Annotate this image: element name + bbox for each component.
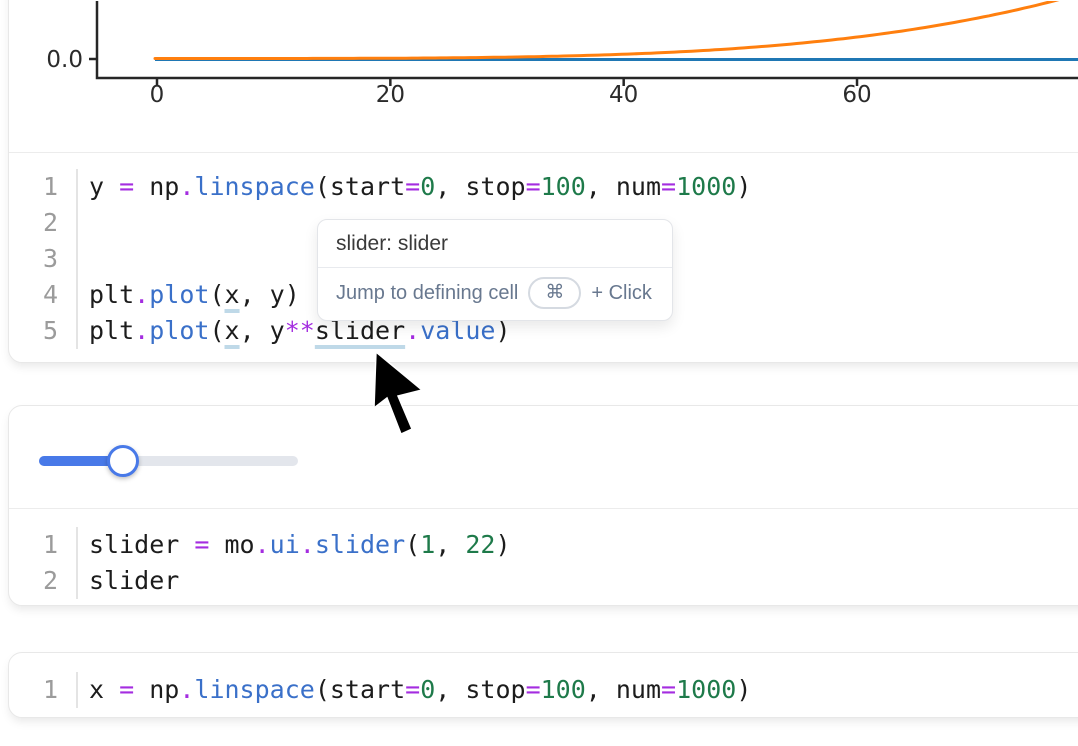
variable-reference[interactable]: x [225,316,240,345]
code-token: y [89,172,119,201]
tooltip-action-label: Jump to defining cell [336,282,518,305]
code-line[interactable]: 1x = np.linspace(start=0, stop=100, num=… [9,672,1078,708]
variable-reference[interactable]: x [225,280,240,309]
code-token: , stop [435,172,525,201]
code-token: . [300,530,315,559]
command-key-icon: ⌘ [528,277,581,309]
code-line[interactable]: 2 slider [9,563,1078,599]
variable-reference[interactable]: 1000 [676,675,736,704]
line-number: 5 [9,313,78,349]
tooltip-action-row: Jump to defining cell ⌘ + Click [318,268,672,320]
code-token: plot [149,280,209,309]
code-token: plt [89,280,134,309]
variable-reference[interactable]: 1000 [676,172,736,201]
code-token: ) [736,675,751,704]
code-token: = [526,172,541,201]
cell-output-plot: 0.0 0 20 40 60 [9,0,1078,153]
line-number: 1 [9,672,78,708]
code-text: slider [89,563,179,599]
code-token: (start [315,172,405,201]
mouse-cursor-icon [368,351,428,441]
slider-handle[interactable] [107,445,139,477]
line-number: 2 [9,563,78,599]
tooltip-title: slider: slider [318,220,672,268]
code-token: slider [89,530,194,559]
code-token: . [134,280,149,309]
code-token: , num [586,675,661,704]
variable-reference[interactable]: 22 [465,530,495,559]
code-token: . [179,675,194,704]
code-line[interactable]: 1y = np.linspace(start=0, stop=100, num=… [9,169,1078,205]
code-editor[interactable]: 1x = np.linspace(start=0, stop=100, num=… [9,653,1078,708]
variable-tooltip: slider: slider Jump to defining cell ⌘ +… [317,219,673,321]
code-token: ( [405,530,420,559]
line-number: 3 [9,241,78,277]
code-token: ( [209,316,224,345]
code-token: plt [89,316,134,345]
code-token: (start [315,675,405,704]
code-token: . [179,172,194,201]
code-token: slider [89,566,179,595]
code-token: = [661,172,676,201]
code-token: np [134,675,179,704]
code-token: = [119,675,134,704]
variable-reference[interactable]: 1 [420,530,435,559]
code-text: x = np.linspace(start=0, stop=100, num=1… [89,672,751,708]
code-token: , num [586,172,661,201]
code-token: ** [285,316,315,345]
code-text: slider = mo.ui.slider(1, 22) [89,527,511,563]
code-token: , y [240,316,285,345]
code-token: linspace [194,675,314,704]
code-token: , [435,530,465,559]
variable-reference[interactable]: 0 [420,172,435,201]
line-number: 4 [9,277,78,313]
line-number: 1 [9,527,78,563]
svg-text:0.0: 0.0 [46,47,83,73]
code-token: . [255,530,270,559]
slider-track[interactable] [39,456,298,466]
code-token: = [405,675,420,704]
matplotlib-figure: 0.0 0 20 40 60 [9,1,1078,152]
svg-text:20: 20 [376,82,405,108]
code-token: = [194,530,209,559]
code-token: linspace [194,172,314,201]
code-token: ) [736,172,751,201]
variable-reference[interactable]: 100 [541,172,586,201]
line-number: 1 [9,169,78,205]
notebook-cell-slider: 1slider = mo.ui.slider(1, 22)2slider [8,405,1078,606]
svg-text:0: 0 [150,82,165,108]
code-token: np [134,172,179,201]
code-line[interactable]: 1slider = mo.ui.slider(1, 22) [9,527,1078,563]
code-token: = [526,675,541,704]
code-token: , stop [435,675,525,704]
code-editor[interactable]: 1slider = mo.ui.slider(1, 22)2slider [9,509,1078,599]
code-token: x [89,675,119,704]
variable-reference[interactable]: 0 [420,675,435,704]
code-token: , y) [240,280,300,309]
svg-text:40: 40 [609,82,638,108]
svg-text:60: 60 [842,82,871,108]
code-token: slider [315,530,405,559]
code-token: ui [270,530,300,559]
code-token: plot [149,316,209,345]
tooltip-action-suffix: + Click [591,282,652,305]
code-token: = [661,675,676,704]
code-token: ) [495,530,510,559]
code-token: = [405,172,420,201]
code-text: y = np.linspace(start=0, stop=100, num=1… [89,169,751,205]
line-number: 2 [9,205,78,241]
code-text: plt.plot(x, y) [89,277,300,313]
code-token: = [119,172,134,201]
code-token: ( [209,280,224,309]
variable-reference[interactable]: 100 [541,675,586,704]
cell-output-slider [9,406,1078,509]
notebook-cell-x: 1x = np.linspace(start=0, stop=100, num=… [8,652,1078,718]
code-token: mo [209,530,254,559]
code-token: . [134,316,149,345]
